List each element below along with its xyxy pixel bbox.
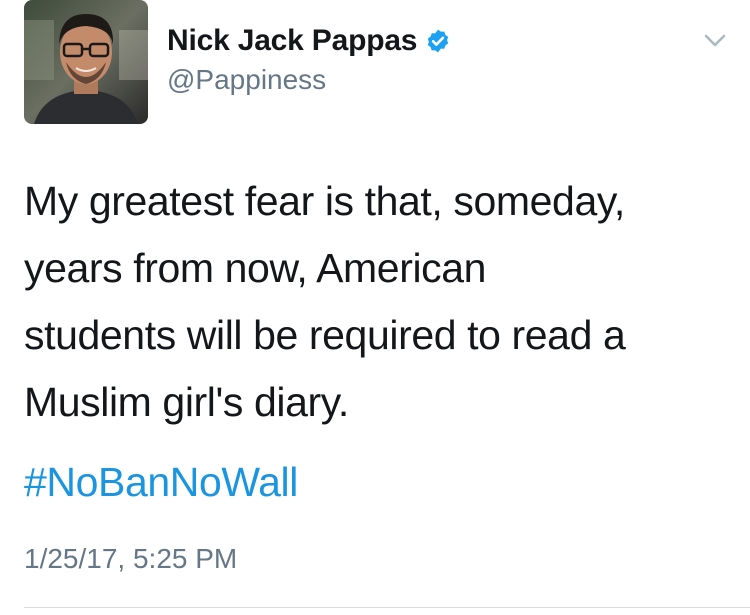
avatar[interactable]: [24, 0, 148, 124]
verified-badge-icon: [425, 28, 451, 54]
tweet-card: Nick Jack Pappas @Pappiness My greatest …: [0, 0, 750, 615]
tweet-timestamp[interactable]: 1/25/17, 5:25 PM: [24, 543, 237, 575]
tweet-text-line: years from now, American: [24, 245, 487, 291]
avatar-photo-icon: [24, 0, 148, 124]
divider: [24, 607, 750, 608]
hashtag-link[interactable]: #NoBanNoWall: [24, 459, 298, 506]
tweet-text-line: My greatest fear is that, someday,: [24, 178, 625, 224]
tweet-text-line: Muslim girl's diary.: [24, 379, 349, 425]
tweet-text-line: students will be required to read a: [24, 312, 626, 358]
chevron-down-icon[interactable]: [703, 33, 727, 49]
author-handle[interactable]: @Pappiness: [167, 64, 326, 96]
author-display-name[interactable]: Nick Jack Pappas: [167, 24, 417, 58]
author-name-row[interactable]: Nick Jack Pappas: [167, 21, 451, 61]
tweet-text: My greatest fear is that, someday, years…: [24, 168, 724, 436]
